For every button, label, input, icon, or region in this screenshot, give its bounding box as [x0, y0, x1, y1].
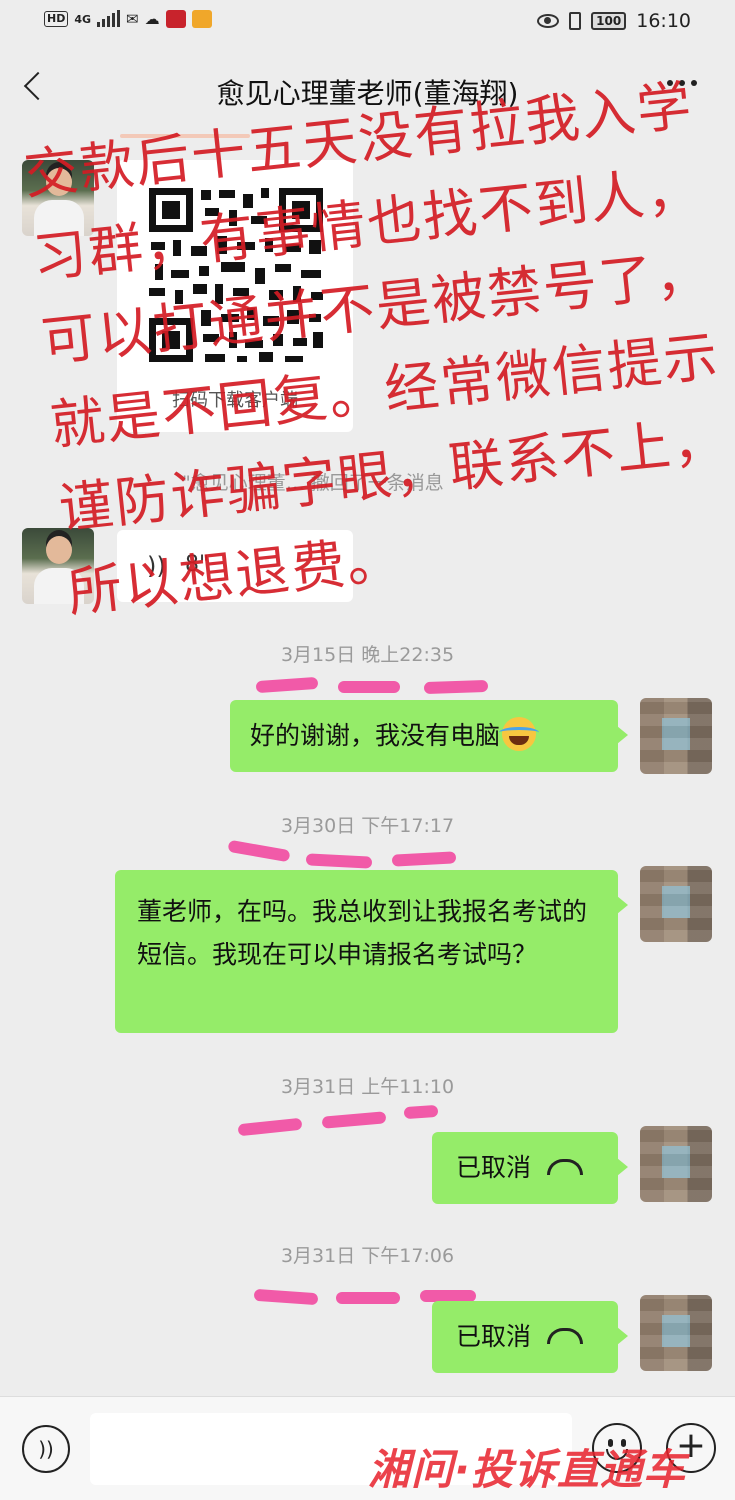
- sent-message[interactable]: 董老师，在吗。我总收到让我报名考试的短信。我现在可以申请报名考试吗？: [115, 870, 628, 1033]
- voice-message[interactable]: )) 8": [117, 530, 353, 602]
- phone-icon: [547, 1159, 584, 1175]
- watermark-logo: 湘问·投诉直通车: [368, 1445, 686, 1494]
- signal-icon: [97, 10, 121, 27]
- self-avatar[interactable]: [640, 1295, 712, 1371]
- call-status-text: 已取消: [456, 1153, 532, 1182]
- status-bar: HD 4G ✉ ☁ 100 16:10: [0, 0, 735, 46]
- battery-icon: 100: [591, 12, 627, 30]
- self-avatar[interactable]: [640, 1126, 712, 1202]
- app-icon: [165, 10, 186, 28]
- sent-message[interactable]: 好的谢谢，我没有电脑: [230, 700, 628, 772]
- contact-avatar[interactable]: [22, 160, 94, 236]
- mail-icon: ✉: [126, 10, 139, 28]
- censor-mark: [321, 1111, 387, 1129]
- message-timestamp: 3月15日 晚上22:35: [280, 644, 455, 666]
- message-timestamp: 3月31日 上午11:10: [280, 1076, 455, 1098]
- eye-comfort-icon: [537, 14, 560, 28]
- app-icon: [191, 10, 212, 28]
- previous-message-edge: [120, 134, 250, 138]
- censor-mark: [403, 1104, 439, 1120]
- chat-header: 愈见心理董老师(董海翔): [0, 46, 735, 134]
- censor-mark: [305, 853, 373, 869]
- status-left: HD 4G ✉ ☁: [44, 10, 212, 28]
- censor-mark: [391, 851, 457, 867]
- recall-notice: "愈见心理董… 撤回了一条消息: [182, 472, 444, 494]
- self-avatar[interactable]: [640, 698, 712, 774]
- voice-duration: 8": [185, 552, 210, 577]
- qr-code-message[interactable]: 扫码下载客户端: [117, 160, 353, 432]
- censor-mark: [253, 1288, 319, 1306]
- message-timestamp: 3月30日 下午17:17: [280, 815, 455, 837]
- message-text: 董老师，在吗。我总收到让我报名考试的短信。我现在可以申请报名考试吗？: [137, 897, 588, 969]
- censor-mark: [255, 676, 319, 694]
- censor-mark: [423, 679, 489, 695]
- message-text: 好的谢谢，我没有电脑: [250, 721, 501, 750]
- message-timestamp: 3月31日 下午17:06: [280, 1245, 455, 1267]
- chat-title: 愈见心理董老师(董海翔): [216, 77, 519, 110]
- qr-caption: 扫码下载客户端: [172, 390, 298, 411]
- self-avatar[interactable]: [640, 866, 712, 942]
- laugh-cry-emoji-icon: [499, 717, 540, 751]
- hd-icon: HD: [44, 11, 69, 27]
- more-icon[interactable]: [667, 80, 697, 86]
- censor-mark: [227, 839, 291, 863]
- qr-code-image: [145, 184, 327, 366]
- censor-mark: [237, 1117, 303, 1137]
- voice-input-icon[interactable]: )): [22, 1425, 70, 1473]
- chat-icon: ☁: [144, 10, 160, 28]
- contact-avatar[interactable]: [22, 528, 94, 604]
- call-status-text: 已取消: [456, 1322, 532, 1351]
- status-right: 100 16:10: [537, 10, 691, 32]
- censor-mark: [338, 681, 400, 693]
- clock: 16:10: [636, 10, 691, 32]
- sent-call-record[interactable]: 已取消: [432, 1301, 628, 1373]
- sent-call-record[interactable]: 已取消: [432, 1132, 628, 1204]
- phone-icon: [547, 1328, 584, 1344]
- vibrate-icon: [569, 12, 582, 30]
- voice-wave-icon: )): [147, 552, 166, 580]
- network-label: 4G: [74, 12, 92, 26]
- censor-mark: [336, 1292, 400, 1304]
